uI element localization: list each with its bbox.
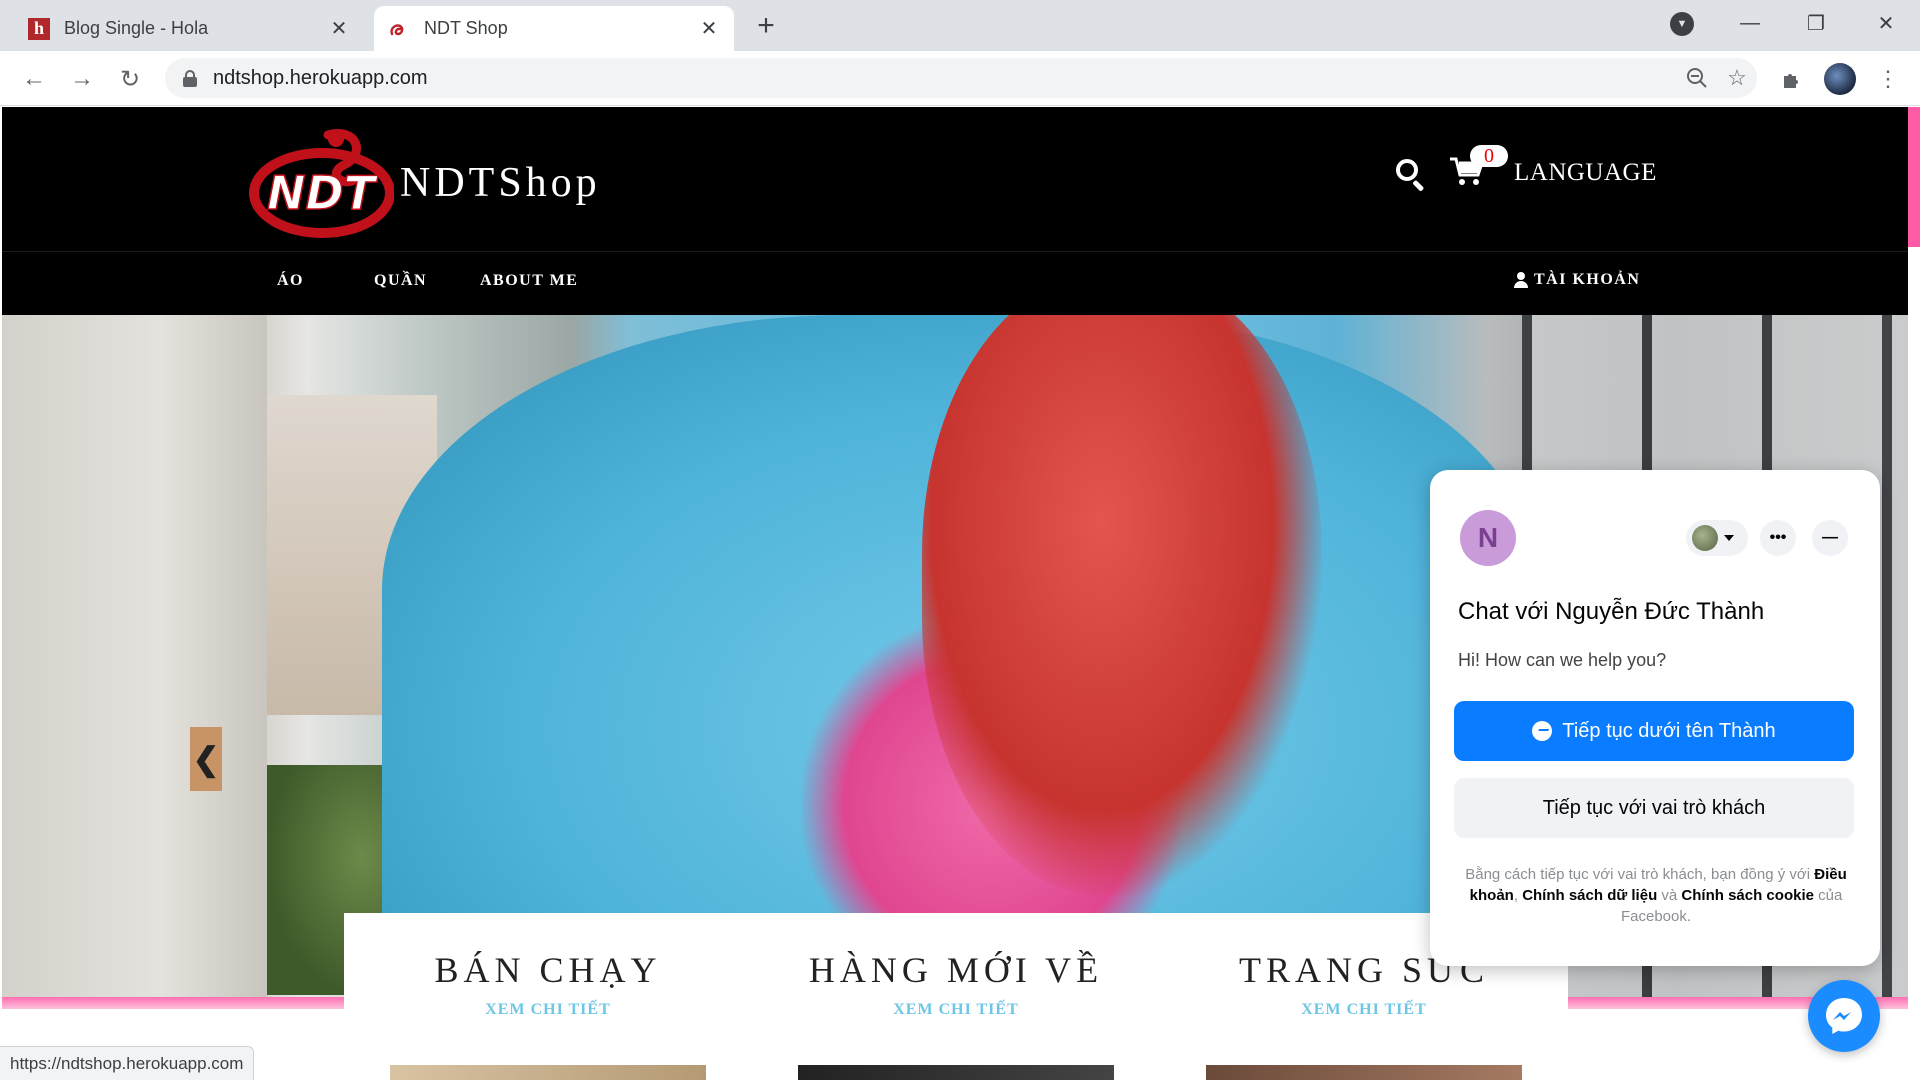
- search-icon[interactable]: [1394, 157, 1428, 192]
- hero-photo-pillar: [2, 315, 267, 1003]
- continue-as-user-label: Tiếp tục dưới tên Thành: [1562, 719, 1776, 742]
- card-link[interactable]: XEM CHI TIẾT: [752, 1001, 1160, 1019]
- tab-ndt-shop[interactable]: NDT Shop ✕: [374, 6, 734, 51]
- new-tab-button[interactable]: +: [752, 11, 780, 41]
- account-label: TÀI KHOẢN: [1534, 271, 1641, 288]
- page-avatar: N: [1460, 510, 1516, 566]
- category-card-hang-moi-ve[interactable]: HÀNG MỚI VỀ XEM CHI TIẾT: [752, 913, 1160, 1080]
- user-icon: [1514, 272, 1528, 288]
- nav-item-ao[interactable]: ÁO: [277, 272, 304, 290]
- ndt-favicon-icon: [388, 18, 410, 40]
- terms-sep: và: [1657, 887, 1682, 904]
- card-image[interactable]: [798, 1065, 1114, 1080]
- tab-title: NDT Shop: [424, 18, 508, 38]
- hero-photo-hair: [922, 315, 1322, 895]
- minimize-button[interactable]: —: [1730, 8, 1770, 38]
- chevron-down-icon: [1724, 535, 1734, 541]
- close-window-button[interactable]: ✕: [1866, 8, 1906, 38]
- lock-icon[interactable]: [183, 70, 197, 87]
- messenger-icon: [1532, 721, 1553, 741]
- card-image[interactable]: [1206, 1065, 1522, 1080]
- tab-title: Blog Single - Hola: [64, 18, 209, 38]
- site-header: NDT NDTShop 0 LANGUAGE: [2, 107, 1908, 251]
- tab-search-icon[interactable]: ▼: [1670, 12, 1694, 36]
- profile-switcher[interactable]: [1686, 520, 1748, 556]
- card-title: BÁN CHẠY: [434, 950, 662, 990]
- category-cards: BÁN CHẠY XEM CHI TIẾT HÀNG MỚI VỀ XEM CH…: [344, 913, 1568, 1080]
- category-card-ban-chay[interactable]: BÁN CHẠY XEM CHI TIẾT: [344, 913, 752, 1080]
- card-link[interactable]: XEM CHI TIẾT: [344, 1001, 752, 1019]
- ndt-logo[interactable]: NDT: [248, 125, 395, 240]
- data-policy-link[interactable]: Chính sách dữ liệu: [1522, 887, 1657, 904]
- more-options-icon[interactable]: •••: [1760, 520, 1796, 556]
- profile-avatar[interactable]: [1824, 63, 1856, 95]
- account-menu[interactable]: TÀI KHOẢN: [1514, 271, 1640, 289]
- address-bar[interactable]: ndtshop.herokuapp.com ☆: [165, 58, 1757, 98]
- user-mini-avatar: [1692, 525, 1718, 551]
- chat-title: Chat với Nguyễn Đức Thành: [1458, 598, 1765, 625]
- status-bar-url: https://ndtshop.herokuapp.com: [0, 1046, 255, 1080]
- back-arrow-icon[interactable]: ←: [18, 63, 50, 95]
- zoom-out-icon[interactable]: [1677, 58, 1717, 98]
- language-menu[interactable]: LANGUAGE: [1514, 159, 1657, 187]
- extensions-puzzle-icon[interactable]: [1776, 63, 1808, 95]
- scroll-accent: [1908, 107, 1920, 247]
- tab-blog-single[interactable]: h Blog Single - Hola ✕: [14, 6, 364, 51]
- card-link[interactable]: XEM CHI TIẾT: [1160, 1001, 1568, 1019]
- nav-item-about-me[interactable]: ABOUT ME: [480, 272, 578, 290]
- terms-prefix: Bằng cách tiếp tục với vai trò khách, bạ…: [1465, 866, 1815, 883]
- reload-icon[interactable]: ↻: [114, 63, 146, 95]
- continue-as-user-button[interactable]: Tiếp tục dưới tên Thành: [1454, 701, 1854, 761]
- minimize-chat-icon[interactable]: —: [1812, 520, 1848, 556]
- brand-name[interactable]: NDTShop: [400, 159, 601, 207]
- messenger-icon: [1826, 998, 1862, 1034]
- continue-as-guest-button[interactable]: Tiếp tục với vai trò khách: [1454, 778, 1854, 838]
- cart-count-badge: 0: [1470, 145, 1508, 167]
- messenger-launcher-button[interactable]: [1808, 980, 1880, 1052]
- card-image[interactable]: [390, 1065, 706, 1080]
- cookie-policy-link[interactable]: Chính sách cookie: [1681, 887, 1814, 904]
- card-title: HÀNG MỚI VỀ: [808, 950, 1104, 990]
- hola-favicon-icon: h: [28, 17, 50, 40]
- main-nav: ÁO QUẦN ABOUT ME TÀI KHOẢN: [2, 251, 1908, 315]
- browser-tab-bar: h Blog Single - Hola ✕ NDT Shop ✕ + ▼ — …: [0, 0, 1920, 51]
- terms-sep: ,: [1513, 887, 1523, 904]
- chat-greeting: Hi! How can we help you?: [1458, 650, 1667, 670]
- browser-toolbar: ← → ↻ ndtshop.herokuapp.com ☆ ⋮: [0, 51, 1920, 106]
- close-tab-icon[interactable]: ✕: [328, 18, 350, 40]
- messenger-chat-popup: N ••• — Chat với Nguyễn Đức Thành Hi! Ho…: [1430, 470, 1880, 966]
- forward-arrow-icon[interactable]: →: [66, 63, 98, 95]
- chat-terms: Bằng cách tiếp tục với vai trò khách, bạ…: [1458, 864, 1854, 927]
- restore-button[interactable]: ❐: [1796, 8, 1836, 38]
- menu-kebab-icon[interactable]: ⋮: [1872, 63, 1904, 95]
- nav-item-quan[interactable]: QUẦN: [374, 272, 427, 290]
- url-text[interactable]: ndtshop.herokuapp.com: [213, 67, 1677, 90]
- slider-prev-button[interactable]: ❮: [190, 727, 222, 791]
- bookmark-star-icon[interactable]: ☆: [1717, 58, 1757, 98]
- logo-text: NDT: [267, 166, 379, 220]
- close-tab-icon[interactable]: ✕: [698, 18, 720, 40]
